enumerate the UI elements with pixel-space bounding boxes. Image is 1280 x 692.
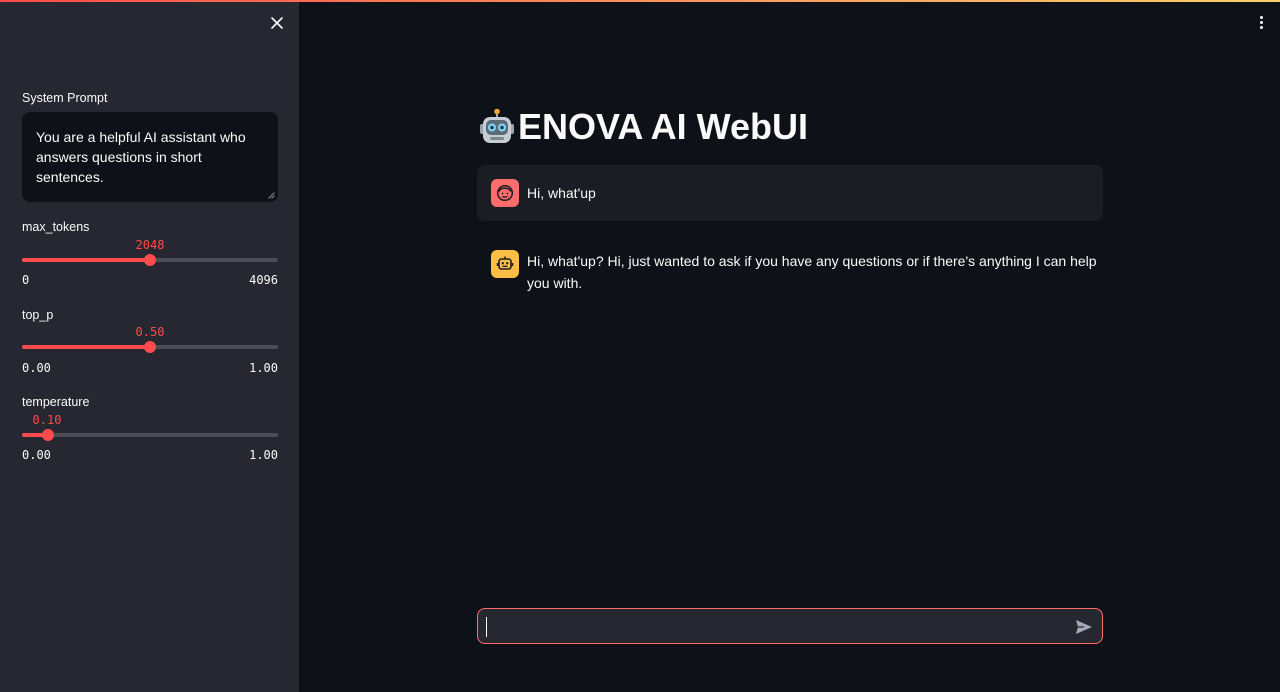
temperature-max: 1.00: [249, 448, 278, 462]
slider-thumb[interactable]: [41, 429, 54, 441]
user-avatar: [491, 179, 519, 207]
user-face-icon: [496, 184, 514, 202]
temperature-slider[interactable]: [22, 429, 278, 441]
assistant-avatar: [491, 250, 519, 278]
sidebar: System Prompt You are a helpful AI assis…: [0, 0, 299, 692]
top-p-min: 0.00: [22, 361, 51, 375]
max-tokens-slider[interactable]: [22, 254, 278, 266]
close-icon: [271, 17, 283, 29]
top-p-label: top_p: [22, 308, 54, 322]
max-tokens-min: 0: [22, 273, 30, 287]
send-icon: [1076, 620, 1092, 634]
top-p-slider[interactable]: [22, 341, 278, 353]
kebab-dot: [1259, 25, 1263, 29]
user-message-text: Hi, what'up: [527, 185, 596, 201]
top-decoration-bar: [0, 0, 1280, 2]
send-button[interactable]: [1074, 617, 1094, 637]
system-prompt-label: System Prompt: [22, 91, 108, 105]
assistant-message-text: Hi, what'up? Hi, just wanted to ask if y…: [527, 253, 1097, 291]
max-tokens-label: max_tokens: [22, 220, 90, 234]
title-text: ENOVA AI WebUI: [518, 106, 809, 147]
robot-icon: [480, 108, 514, 143]
slider-fill: [22, 345, 150, 349]
kebab-dot: [1259, 15, 1263, 19]
resize-handle-icon[interactable]: [268, 192, 275, 199]
kebab-dot: [1259, 20, 1263, 24]
temperature-label: temperature: [22, 395, 90, 409]
robot-icon: [496, 256, 514, 270]
slider-thumb[interactable]: [144, 341, 156, 353]
slider-thumb[interactable]: [144, 254, 156, 266]
top-p-max: 1.00: [249, 361, 278, 375]
max-tokens-max: 4096: [249, 273, 278, 287]
max-tokens-value: 2048: [135, 238, 165, 252]
temperature-min: 0.00: [22, 448, 51, 462]
system-prompt-textarea[interactable]: You are a helpful AI assistant who answe…: [22, 112, 278, 202]
main-menu-button[interactable]: [1253, 12, 1269, 32]
chat-input[interactable]: [477, 608, 1103, 644]
temperature-value: 0.10: [32, 413, 62, 427]
text-caret: [486, 617, 487, 637]
chat-message-user: Hi, what'up: [477, 165, 1103, 221]
top-p-value: 0.50: [135, 325, 165, 339]
slider-fill: [22, 258, 150, 262]
system-prompt-text: You are a helpful AI assistant who answe…: [36, 129, 246, 185]
page-title: ENOVA AI WebUI: [478, 104, 808, 150]
close-sidebar-button[interactable]: [266, 12, 288, 34]
